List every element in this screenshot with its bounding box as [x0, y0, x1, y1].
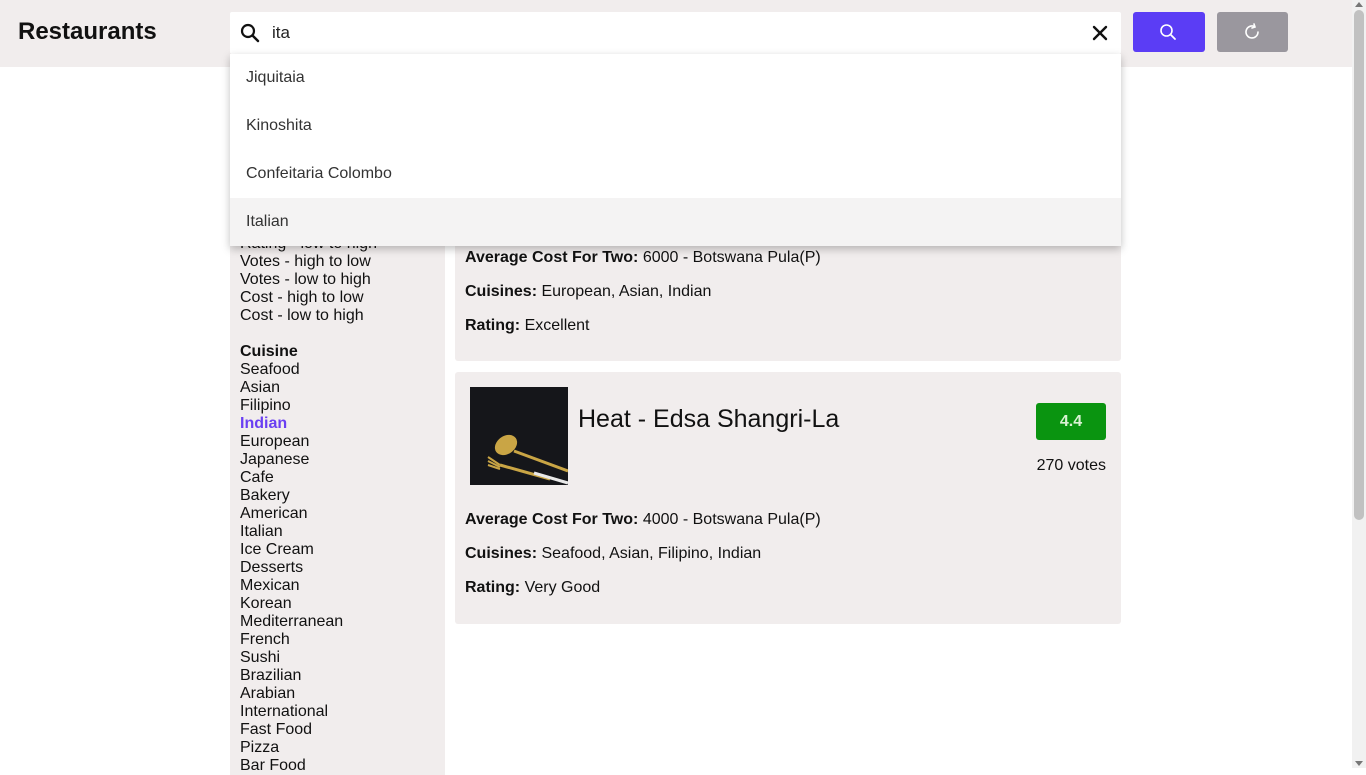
rating-badge: 4.4	[1036, 403, 1106, 440]
suggestion-item[interactable]: Kinoshita	[230, 102, 1121, 150]
cuisine-option[interactable]: Japanese	[240, 451, 445, 469]
sort-option[interactable]: Votes - low to high	[240, 271, 445, 289]
cuisine-option[interactable]: Mediterranean	[240, 613, 445, 631]
cuisines-value: European, Asian, Indian	[541, 283, 712, 300]
filter-sidebar: Rating - low to high Votes - high to low…	[230, 235, 445, 775]
refresh-icon	[1245, 23, 1259, 39]
restaurant-card[interactable]: Heat - Edsa Shangri-La 4.4 270 votes Ave…	[455, 372, 1121, 624]
cuisine-option[interactable]: Seafood	[240, 361, 445, 379]
cuisine-option-selected[interactable]: Indian	[240, 415, 445, 433]
cuisines: Cuisines: Seafood, Asian, Filipino, Indi…	[465, 545, 761, 563]
cuisine-option[interactable]: Desserts	[240, 559, 445, 577]
cuisine-option[interactable]: Mexican	[240, 577, 445, 595]
refresh-button[interactable]	[1217, 12, 1288, 52]
cuisine-option[interactable]: Filipino	[240, 397, 445, 415]
cuisine-option[interactable]: Asian	[240, 379, 445, 397]
rating-value: Very Good	[524, 579, 601, 596]
scrollbar-thumb[interactable]	[1354, 10, 1364, 520]
close-icon[interactable]	[1091, 24, 1109, 42]
cuisine-option[interactable]: Bakery	[240, 487, 445, 505]
restaurant-name[interactable]: Heat - Edsa Shangri-La	[578, 405, 839, 434]
cuisines: Cuisines: European, Asian, Indian	[465, 283, 711, 301]
cuisine-option[interactable]: Sushi	[240, 649, 445, 667]
cuisine-option[interactable]: French	[240, 631, 445, 649]
suggestion-item[interactable]: Italian	[230, 198, 1121, 246]
search-input[interactable]	[272, 20, 1072, 46]
sort-option[interactable]: Cost - high to low	[240, 289, 445, 307]
cuisine-option[interactable]: Fast Food	[240, 721, 445, 739]
cuisines-value: Seafood, Asian, Filipino, Indian	[541, 545, 762, 562]
page-scrollbar[interactable]	[1352, 0, 1366, 768]
cuisine-option[interactable]: Cafe	[240, 469, 445, 487]
sort-option[interactable]: Cost - low to high	[240, 307, 445, 325]
cuisine-option[interactable]: Italian	[240, 523, 445, 541]
rating-text: Rating: Excellent	[465, 317, 589, 335]
cuisine-option[interactable]: Brazilian	[240, 667, 445, 685]
cuisine-option[interactable]: European	[240, 433, 445, 451]
search-bar[interactable]	[230, 12, 1121, 54]
cuisine-option[interactable]: Ice Cream	[240, 541, 445, 559]
cuisine-option[interactable]: Pizza	[240, 739, 445, 757]
rating-label: Rating:	[465, 317, 521, 334]
cuisine-option[interactable]: Korean	[240, 595, 445, 613]
search-icon	[240, 23, 260, 43]
cuisines-label: Cuisines:	[465, 545, 538, 562]
search-button[interactable]	[1133, 12, 1205, 52]
suggestion-item[interactable]: Confeitaria Colombo	[230, 150, 1121, 198]
restaurant-card[interactable]: Average Cost For Two: 6000 - Botswana Pu…	[455, 230, 1121, 361]
rating-label: Rating:	[465, 579, 521, 596]
restaurant-thumbnail	[470, 387, 568, 485]
cuisines-label: Cuisines:	[465, 283, 538, 300]
app-title: Restaurants	[18, 18, 157, 45]
cuisine-option[interactable]: American	[240, 505, 445, 523]
cuisine-heading: Cuisine	[240, 343, 298, 360]
scroll-down-arrow-icon[interactable]	[1355, 761, 1363, 766]
cuisine-option[interactable]: Bar Food	[240, 757, 445, 775]
cost-label: Average Cost For Two:	[465, 511, 639, 528]
average-cost: Average Cost For Two: 6000 - Botswana Pu…	[465, 249, 821, 267]
cutlery-image	[470, 387, 568, 485]
sort-option[interactable]: Votes - high to low	[240, 253, 445, 271]
search-icon	[1160, 24, 1176, 40]
rating-text: Rating: Very Good	[465, 579, 600, 597]
cost-value: 4000 - Botswana Pula(P)	[642, 511, 821, 528]
search-suggestions: Jiquitaia Kinoshita Confeitaria Colombo …	[230, 54, 1121, 246]
suggestion-item[interactable]: Jiquitaia	[230, 54, 1121, 102]
rating-value: Excellent	[524, 317, 590, 334]
cost-value: 6000 - Botswana Pula(P)	[642, 249, 821, 266]
cuisine-option[interactable]: Arabian	[240, 685, 445, 703]
average-cost: Average Cost For Two: 4000 - Botswana Pu…	[465, 511, 821, 529]
scroll-up-arrow-icon[interactable]	[1355, 2, 1363, 7]
cost-label: Average Cost For Two:	[465, 249, 639, 266]
cuisine-option[interactable]: International	[240, 703, 445, 721]
votes-count: 270 votes	[1036, 457, 1106, 474]
